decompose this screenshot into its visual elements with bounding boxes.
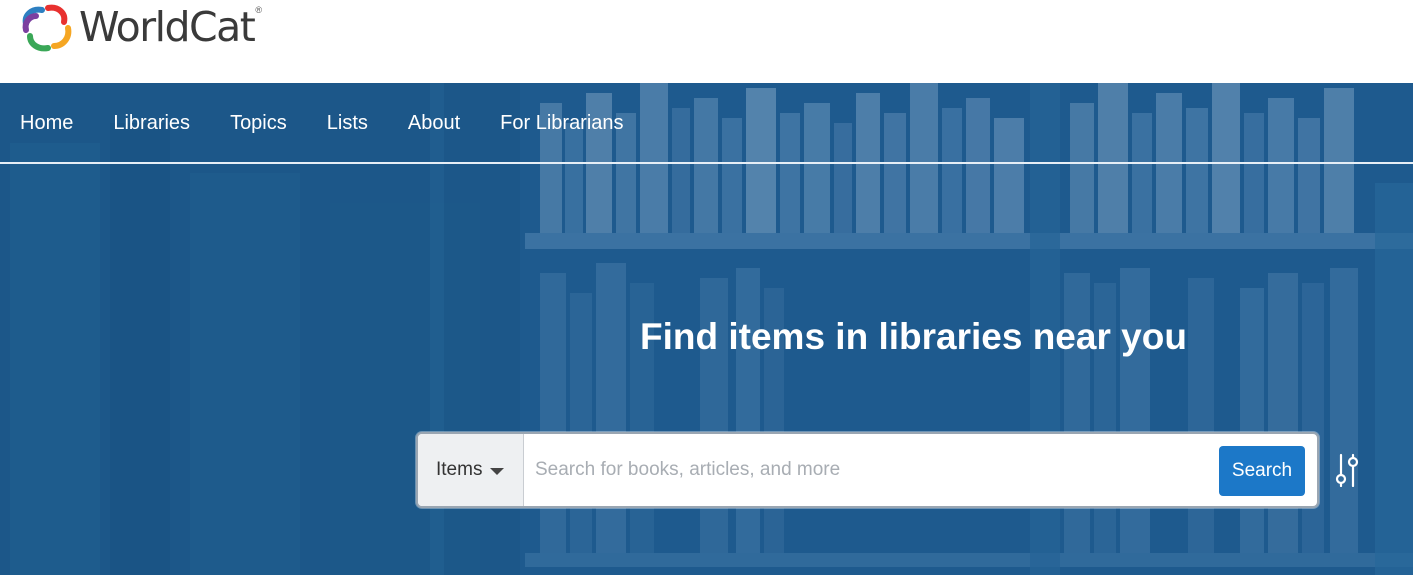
nav-lists[interactable]: Lists	[327, 112, 368, 135]
search-button[interactable]: Search	[1219, 446, 1305, 496]
search-scope-label: Items	[436, 459, 483, 480]
hero-title: Find items in libraries near you	[640, 316, 1187, 357]
nav-libraries[interactable]: Libraries	[113, 112, 190, 135]
main-nav: Home Libraries Topics Lists About For Li…	[0, 83, 1413, 163]
hero-banner: Home Libraries Topics Lists About For Li…	[0, 83, 1413, 575]
search-bar: Items Search	[416, 432, 1319, 508]
worldcat-logo-icon	[22, 4, 72, 52]
sliders-icon[interactable]	[1333, 453, 1361, 487]
worldcat-wordmark: WorldCat	[79, 2, 256, 51]
nav-home[interactable]: Home	[20, 112, 73, 135]
nav-about[interactable]: About	[408, 112, 460, 135]
worldcat-logo[interactable]: WorldCat ®	[18, 2, 262, 54]
nav-topics[interactable]: Topics	[230, 112, 287, 135]
site-header: WorldCat ®	[0, 0, 1413, 83]
nav-divider	[0, 162, 1413, 164]
nav-for-librarians[interactable]: For Librarians	[500, 112, 623, 135]
registered-mark: ®	[255, 5, 262, 15]
search-input[interactable]	[524, 434, 1317, 506]
caret-down-icon	[490, 467, 505, 475]
search-scope-dropdown[interactable]: Items	[418, 434, 524, 506]
